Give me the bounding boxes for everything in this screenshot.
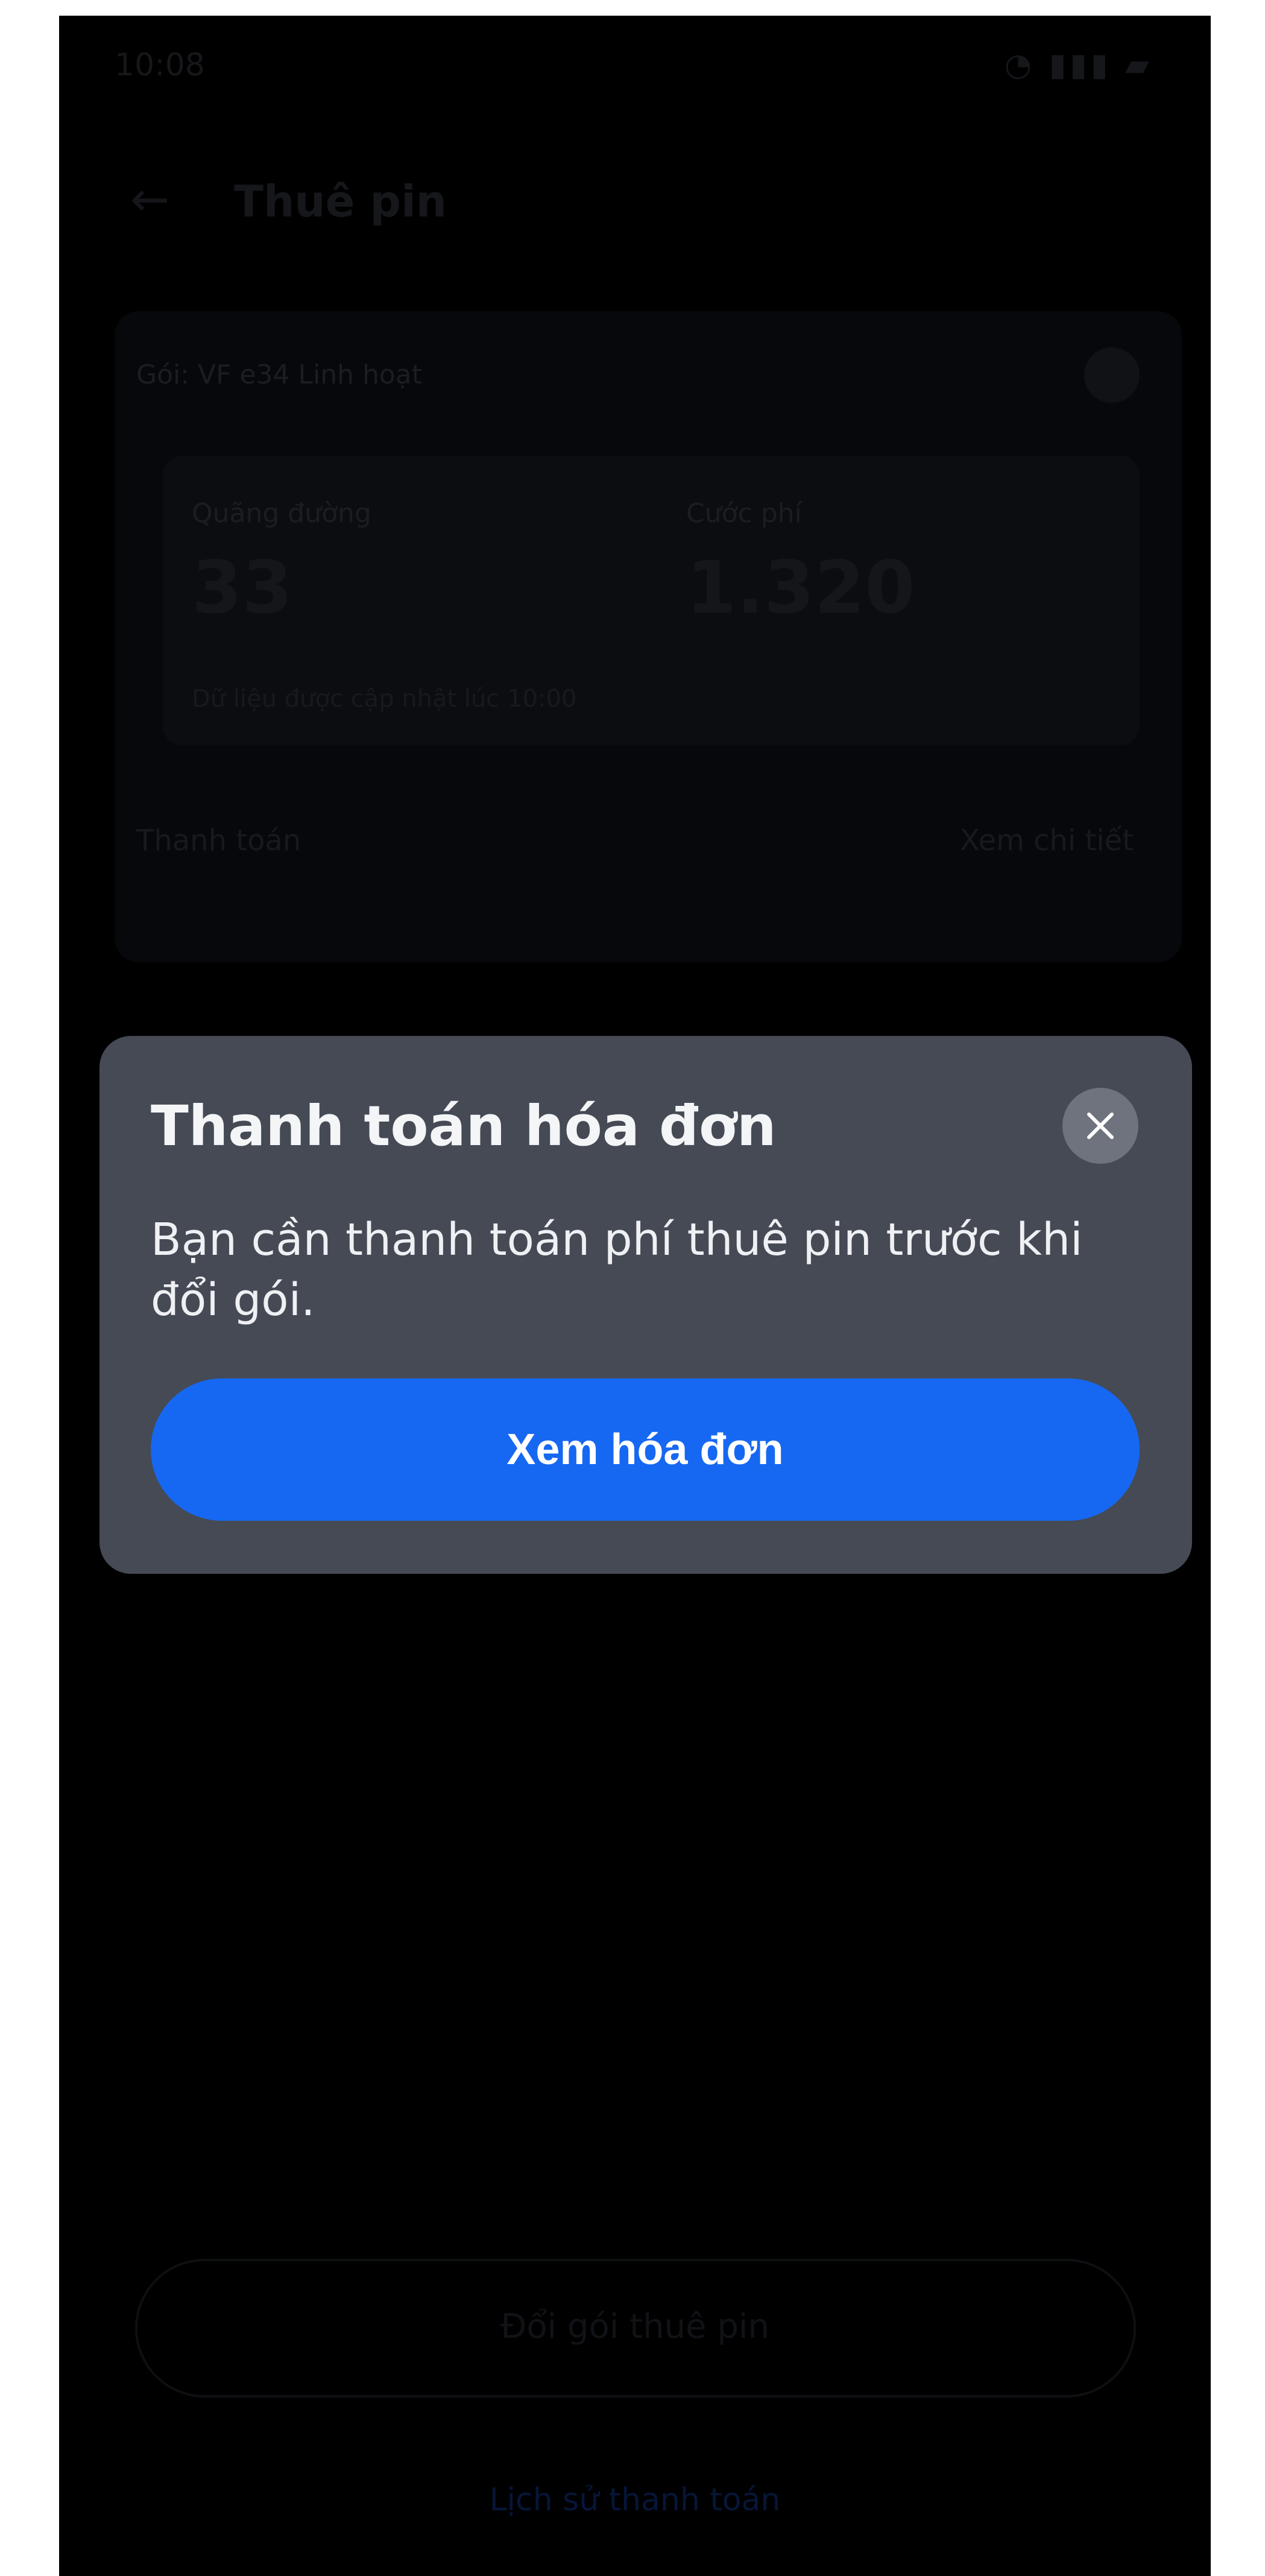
close-button[interactable] xyxy=(1062,1088,1138,1164)
page-title: Thuê pin xyxy=(234,176,447,227)
close-icon xyxy=(1087,1113,1114,1139)
fee-value: 1.320 xyxy=(686,546,915,630)
status-bar-time: 10:08 xyxy=(115,47,205,83)
dialog-title: Thanh toán hóa đơn xyxy=(151,1094,777,1158)
payment-row-link[interactable]: Xem chi tiết xyxy=(960,824,1134,857)
distance-label: Quãng đường xyxy=(192,498,371,529)
payment-history-link[interactable]: Lịch sử thanh toán xyxy=(59,2482,1211,2518)
update-note: Dữ liệu được cập nhật lúc 10:00 xyxy=(192,685,577,713)
view-invoice-button[interactable]: Xem hóa đơn xyxy=(151,1378,1140,1521)
back-arrow-icon[interactable]: ← xyxy=(130,172,169,227)
change-plan-button-label: Đổi gói thuê pin xyxy=(500,2307,769,2346)
fee-label: Cước phí xyxy=(686,498,802,529)
dialog-message: Bạn cần thanh toán phí thuê pin trước kh… xyxy=(151,1214,1083,1326)
info-icon[interactable] xyxy=(1084,347,1140,403)
distance-value: 33 xyxy=(192,546,292,630)
payment-row-label: Thanh toán xyxy=(136,824,301,857)
plan-card-title: Gói: VF e34 Linh hoạt xyxy=(136,359,423,390)
view-invoice-button-label: Xem hóa đơn xyxy=(506,1425,784,1474)
status-bar-icons: ◔ ▮▮▮ ▰ xyxy=(1004,47,1153,83)
